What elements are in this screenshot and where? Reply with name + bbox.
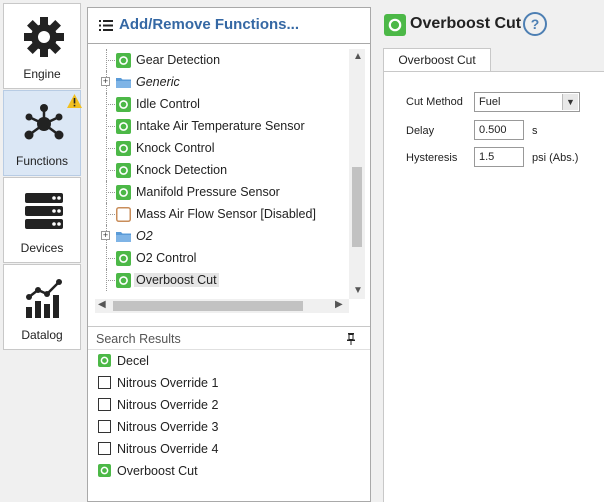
- result-item-overboost-cut[interactable]: Overboost Cut: [96, 460, 356, 482]
- cut-method-value: Fuel: [479, 96, 501, 108]
- enabled-function-icon: [116, 119, 131, 134]
- enabled-function-icon[interactable]: [98, 354, 111, 367]
- function-title: Overboost Cut: [410, 15, 522, 32]
- enabled-function-icon: [116, 251, 131, 266]
- tree-item-label: Overboost Cut: [134, 273, 219, 287]
- search-results-title: Search Results: [96, 332, 181, 346]
- tree-item-label: Gear Detection: [136, 53, 221, 67]
- delay-label: Delay: [406, 125, 435, 137]
- network-icon: [24, 104, 64, 140]
- tab-overboost-cut[interactable]: Overboost Cut: [383, 48, 491, 72]
- nav-datalog-label: Datalog: [21, 328, 63, 342]
- expand-icon[interactable]: +: [101, 231, 110, 240]
- result-checkbox[interactable]: [98, 420, 111, 433]
- server-icon: [25, 193, 63, 229]
- enabled-function-icon: [116, 273, 131, 288]
- nav-datalog-button[interactable]: Datalog: [3, 264, 81, 350]
- scroll-up-icon[interactable]: ▲: [353, 51, 363, 62]
- nav-functions-label: Functions: [15, 154, 69, 168]
- tree-folder-generic[interactable]: + Generic: [95, 71, 347, 93]
- folder-icon: [116, 232, 131, 242]
- folder-icon: [116, 78, 131, 88]
- result-checkbox[interactable]: [98, 376, 111, 389]
- help-icon[interactable]: ?: [523, 12, 547, 36]
- result-item-nitrous-4[interactable]: Nitrous Override 4: [96, 438, 356, 460]
- enabled-function-icon: [116, 163, 131, 178]
- tree-item-gear-detection[interactable]: Gear Detection: [95, 49, 347, 71]
- result-checkbox[interactable]: [98, 442, 111, 455]
- tree-item-overboost-cut[interactable]: Overboost Cut: [95, 269, 347, 291]
- nav-devices-label: Devices: [20, 241, 64, 255]
- tree-item-label: Mass Air Flow Sensor [Disabled]: [136, 207, 316, 221]
- nav-engine-label: Engine: [23, 67, 61, 81]
- result-item-nitrous-3[interactable]: Nitrous Override 3: [96, 416, 356, 438]
- result-item-label: Overboost Cut: [117, 464, 198, 478]
- panel-title[interactable]: Add/Remove Functions...: [119, 16, 299, 33]
- cut-method-label: Cut Method: [406, 96, 463, 108]
- functions-panel: Add/Remove Functions... Gear Detection +…: [87, 7, 371, 502]
- tree-item-manifold-pressure[interactable]: Manifold Pressure Sensor: [95, 181, 347, 203]
- cut-method-select[interactable]: Fuel ▼: [474, 92, 580, 112]
- scroll-down-icon[interactable]: ▼: [353, 285, 363, 296]
- expand-icon[interactable]: +: [101, 77, 110, 86]
- panel-header[interactable]: Add/Remove Functions...: [88, 8, 370, 44]
- scroll-thumb[interactable]: [113, 301, 303, 311]
- tree-item-intake-air-temp[interactable]: Intake Air Temperature Sensor: [95, 115, 347, 137]
- chart-icon: [26, 279, 62, 318]
- enabled-function-icon: [116, 141, 131, 156]
- tree-item-label: Manifold Pressure Sensor: [136, 185, 280, 199]
- enabled-function-icon: [116, 185, 131, 200]
- delay-input[interactable]: 0.500: [474, 120, 524, 140]
- hysteresis-label: Hysteresis: [406, 152, 458, 164]
- result-item-nitrous-1[interactable]: Nitrous Override 1: [96, 372, 356, 394]
- result-item-label: Nitrous Override 1: [117, 376, 219, 390]
- sidebar: Engine Functions Devices Datalog: [0, 0, 84, 502]
- enabled-function-icon: [116, 53, 131, 68]
- tree-folder-label: O2: [136, 229, 153, 243]
- tree-vertical-scrollbar[interactable]: ▲ ▼: [349, 49, 365, 299]
- tree-item-label: Knock Control: [136, 141, 215, 155]
- search-results-header: Search Results: [88, 326, 370, 350]
- nav-devices-button[interactable]: Devices: [3, 177, 81, 263]
- tab-content: Cut Method Fuel ▼ Delay 0.500 s Hysteres…: [383, 71, 604, 502]
- nav-functions-button[interactable]: Functions: [3, 90, 82, 176]
- result-item-label: Nitrous Override 3: [117, 420, 219, 434]
- tree-item-label: Knock Detection: [136, 163, 228, 177]
- scroll-thumb[interactable]: [352, 167, 362, 247]
- gear-icon: [24, 17, 64, 57]
- enabled-function-icon: [116, 97, 131, 112]
- tree-item-label: Idle Control: [136, 97, 200, 111]
- function-tree[interactable]: Gear Detection + Generic Idle Control In…: [95, 49, 365, 313]
- enabled-function-icon[interactable]: [98, 464, 111, 477]
- hysteresis-input[interactable]: 1.5: [474, 147, 524, 167]
- tree-item-knock-detection[interactable]: Knock Detection: [95, 159, 347, 181]
- tree-item-mass-air-flow[interactable]: Mass Air Flow Sensor [Disabled]: [95, 203, 347, 225]
- tree-item-label: Intake Air Temperature Sensor: [136, 119, 305, 133]
- chevron-down-icon[interactable]: ▼: [562, 94, 578, 110]
- disabled-function-icon: [116, 207, 131, 222]
- scroll-left-icon[interactable]: ◀: [98, 299, 106, 310]
- enabled-function-icon: [384, 14, 406, 36]
- result-checkbox[interactable]: [98, 398, 111, 411]
- scroll-right-icon[interactable]: ▶: [335, 299, 343, 310]
- tree-item-o2-control[interactable]: O2 Control: [95, 247, 347, 269]
- result-item-label: Decel: [117, 354, 149, 368]
- tree-item-knock-control[interactable]: Knock Control: [95, 137, 347, 159]
- tree-folder-o2[interactable]: + O2: [95, 225, 347, 247]
- result-item-decel[interactable]: Decel: [96, 350, 356, 372]
- hysteresis-unit: psi (Abs.): [532, 152, 579, 164]
- warning-icon: [67, 94, 82, 108]
- tree-item-label: O2 Control: [136, 251, 197, 265]
- tree-item-idle-control[interactable]: Idle Control: [95, 93, 347, 115]
- tree-folder-label: Generic: [136, 75, 180, 89]
- function-detail-panel: Overboost Cut ? Overboost Cut Cut Method…: [374, 0, 604, 502]
- list-icon: [99, 20, 113, 31]
- pin-icon[interactable]: [346, 333, 356, 345]
- delay-unit: s: [532, 125, 538, 137]
- tree-horizontal-scrollbar[interactable]: ◀ ▶: [95, 299, 349, 313]
- result-item-label: Nitrous Override 2: [117, 398, 219, 412]
- result-item-nitrous-2[interactable]: Nitrous Override 2: [96, 394, 356, 416]
- nav-engine-button[interactable]: Engine: [3, 3, 81, 89]
- result-item-label: Nitrous Override 4: [117, 442, 219, 456]
